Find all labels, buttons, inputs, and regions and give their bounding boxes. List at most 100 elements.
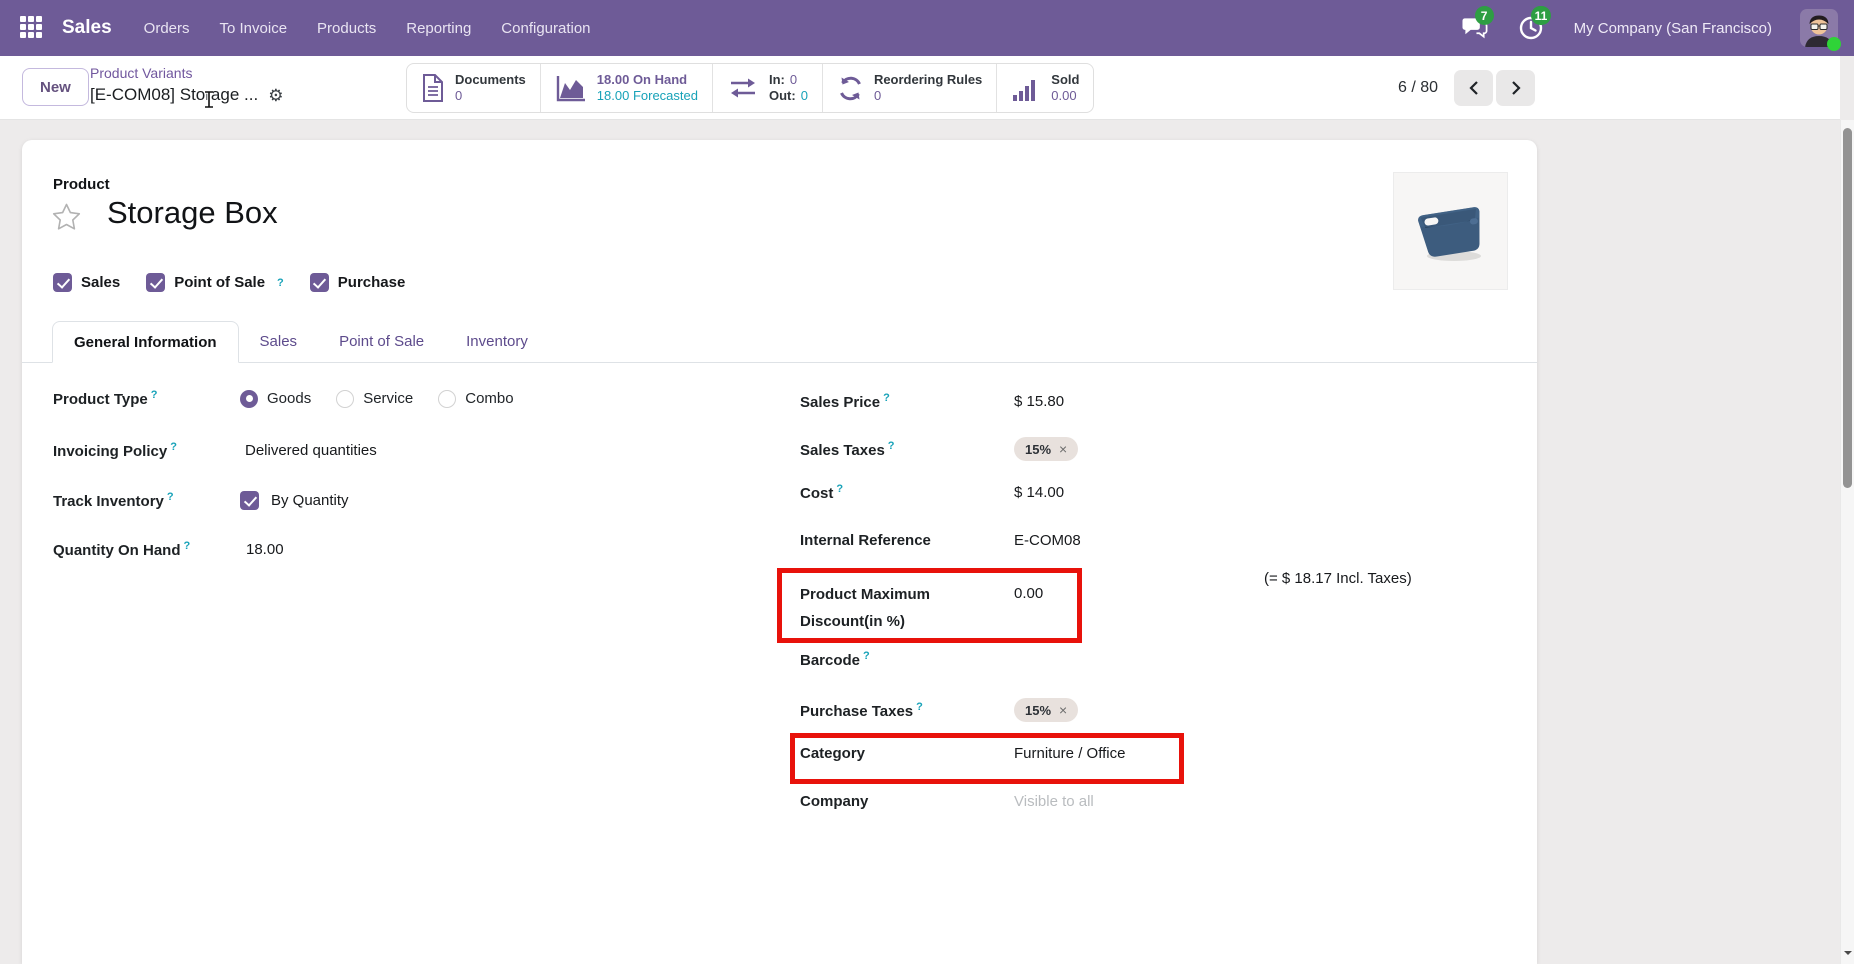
max-discount-value[interactable]: 0.00 (1014, 585, 1043, 602)
purchase-tax-tag[interactable]: 15% × (1014, 698, 1078, 722)
checkbox-sales[interactable] (53, 273, 72, 292)
tab-sales[interactable]: Sales (239, 320, 319, 362)
field-track-inventory: Track Inventory? By Quantity (53, 491, 349, 510)
vertical-scrollbar (1840, 120, 1854, 964)
pager-value[interactable]: 6 / 80 (1398, 79, 1438, 97)
radio-service[interactable]: Service (336, 390, 413, 408)
invoicing-policy-value[interactable]: Delivered quantities (245, 442, 377, 459)
apps-menu-icon[interactable] (20, 16, 44, 40)
messages-icon[interactable]: 7 (1462, 15, 1490, 41)
radio-goods[interactable]: Goods (240, 390, 311, 408)
mouse-cursor-icon (203, 90, 215, 109)
menu-reporting[interactable]: Reporting (406, 20, 471, 37)
sale-flags: Sales Point of Sale ? Purchase (53, 273, 405, 292)
activities-count-badge: 11 (1531, 6, 1552, 25)
radio-goods-dot[interactable] (240, 390, 258, 408)
tag-remove-icon[interactable]: × (1059, 441, 1067, 457)
field-sales-price: Sales Price? $ 15.80 (800, 392, 1064, 411)
menu-orders[interactable]: Orders (144, 20, 190, 37)
purchase-taxes-label: Purchase Taxes (800, 703, 913, 720)
top-navbar: Sales Orders To Invoice Products Reporti… (0, 0, 1854, 56)
activities-icon[interactable]: 11 (1518, 15, 1546, 41)
scrollbar-down-arrow[interactable] (1841, 946, 1854, 962)
new-button[interactable]: New (22, 68, 89, 106)
product-title[interactable]: Storage Box (107, 195, 278, 231)
notebook-tabs: General Information Sales Point of Sale … (22, 320, 1537, 363)
product-image[interactable] (1393, 172, 1508, 290)
navbar-menu: Orders To Invoice Products Reporting Con… (144, 20, 591, 37)
storage-box-image (1411, 198, 1491, 264)
stat-in-out[interactable]: In: 0 Out: 0 (712, 64, 822, 112)
product-type-radios: Goods Service Combo (240, 390, 539, 408)
stat-out-label: Out: (769, 88, 796, 104)
field-cost: Cost? $ 14.00 (800, 483, 1064, 502)
gear-icon[interactable]: ⚙ (268, 87, 283, 104)
checkbox-track-inventory[interactable] (240, 491, 259, 510)
help-icon: ? (916, 701, 923, 713)
company-switcher[interactable]: My Company (San Francisco) (1574, 20, 1772, 37)
app-name[interactable]: Sales (62, 17, 112, 39)
form-sheet: Product Storage Box Sales Point of Sale … (22, 140, 1537, 964)
radio-goods-label: Goods (267, 390, 311, 407)
tag-remove-icon[interactable]: × (1059, 702, 1067, 718)
odoo-product-form-screen: Sales Orders To Invoice Products Reporti… (0, 0, 1854, 964)
quantity-on-hand-value[interactable]: 18.00 (246, 541, 284, 558)
scrollbar-thumb[interactable] (1843, 128, 1852, 488)
stat-reordering-rules[interactable]: Reordering Rules 0 (822, 64, 996, 112)
menu-products[interactable]: Products (317, 20, 376, 37)
help-icon: ? (863, 650, 870, 662)
cost-value[interactable]: $ 14.00 (1014, 484, 1064, 501)
menu-to-invoice[interactable]: To Invoice (220, 20, 288, 37)
systray: 7 11 My Company (San Francisco) (1462, 9, 1838, 47)
tab-general-information[interactable]: General Information (52, 321, 239, 363)
internal-reference-value[interactable]: E-COM08 (1014, 532, 1081, 549)
flag-sales-label: Sales (81, 274, 120, 291)
pager-previous-button[interactable] (1454, 70, 1493, 106)
bar-chart-icon (1011, 74, 1041, 102)
pager-next-button[interactable] (1496, 70, 1535, 106)
favorite-star-icon[interactable] (51, 202, 82, 232)
help-icon: ? (184, 540, 191, 552)
max-discount-label-line1: Product Maximum (800, 581, 1014, 608)
company-value-placeholder[interactable]: Visible to all (1014, 793, 1094, 810)
breadcrumb-parent-link[interactable]: Product Variants (90, 65, 283, 82)
tab-inventory[interactable]: Inventory (445, 320, 549, 362)
field-sales-taxes: Sales Taxes? 15% × (800, 437, 1078, 461)
refresh-arrows-icon (837, 75, 864, 102)
max-discount-label-line2: Discount(in %) (800, 608, 1014, 635)
checkbox-purchase[interactable] (310, 273, 329, 292)
radio-service-dot[interactable] (336, 390, 354, 408)
area-chart-icon (555, 74, 587, 102)
radio-service-label: Service (363, 390, 413, 407)
stat-on-hand[interactable]: 18.00 On Hand 18.00 Forecasted (540, 64, 712, 112)
breadcrumb-current: [E-COM08] Storage ... (90, 85, 258, 105)
checkbox-point-of-sale[interactable] (146, 273, 165, 292)
radio-combo-dot[interactable] (438, 390, 456, 408)
stat-sold[interactable]: Sold 0.00 (996, 64, 1093, 112)
flag-sales[interactable]: Sales (53, 273, 120, 292)
help-icon: ? (883, 392, 890, 404)
radio-combo-label: Combo (465, 390, 513, 407)
sales-price-value[interactable]: $ 15.80 (1014, 393, 1064, 410)
cost-label: Cost (800, 485, 833, 502)
category-value[interactable]: Furniture / Office (1014, 745, 1125, 762)
user-avatar[interactable] (1800, 9, 1838, 47)
stat-reordering-value: 0 (874, 88, 982, 104)
radio-combo[interactable]: Combo (438, 390, 513, 408)
stat-sold-value: 0.00 (1051, 88, 1079, 104)
sales-price-label: Sales Price (800, 394, 880, 411)
help-icon: ? (151, 389, 158, 401)
stat-reordering-label: Reordering Rules (874, 72, 982, 88)
sales-tax-tag[interactable]: 15% × (1014, 437, 1078, 461)
menu-configuration[interactable]: Configuration (501, 20, 590, 37)
field-company: Company Visible to all (800, 793, 1094, 810)
stat-documents[interactable]: Documents 0 (407, 64, 540, 112)
help-icon: ? (836, 483, 843, 495)
chevron-left-icon (1466, 79, 1482, 97)
flag-purchase[interactable]: Purchase (310, 273, 406, 292)
tab-point-of-sale[interactable]: Point of Sale (318, 320, 445, 362)
stat-documents-value: 0 (455, 88, 526, 104)
field-internal-reference: Internal Reference E-COM08 (800, 532, 1081, 549)
flag-point-of-sale[interactable]: Point of Sale ? (146, 273, 284, 292)
stat-in-label: In: (769, 72, 785, 88)
